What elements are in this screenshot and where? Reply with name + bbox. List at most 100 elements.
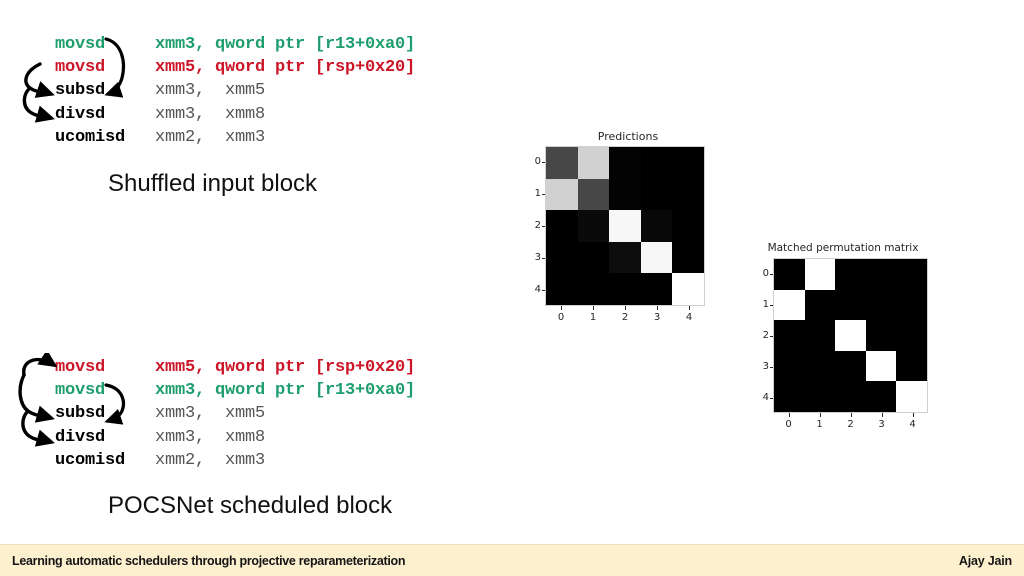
instruction-mnemonic: divsd [55,427,106,447]
x-axis-tick-mark [689,306,690,310]
heatmap-cell [804,289,836,321]
heatmap-cell [577,241,610,274]
heatmap-cell [672,147,704,179]
y-axis-tick-mark [541,162,545,163]
heatmap-cell [609,178,641,211]
x-axis-tick-mark [819,413,821,417]
instruction-mnemonic: ucomisd [55,127,126,147]
y-axis-tick-label: 1 [762,298,769,310]
instruction-mnemonic: divsd [55,104,106,124]
code-line: movsd xmm3, qword ptr [r13+0xa0] [55,33,415,56]
figure-permutation-heatmap: Matched permutation matrix 0 1 2 3 4 0 1 2 3 4 [748,242,938,437]
heatmap-cell [896,320,927,351]
heatmap-cell [640,241,673,274]
caption-shuffled-input-block: Shuffled input block [108,170,318,197]
footer-author-name: Ajay Jain [958,553,1012,568]
heatmap-cell [640,147,673,179]
code-line: movsd xmm3, qword ptr [r13+0xa0] [55,379,415,402]
y-axis-tick-mark [541,258,545,259]
x-axis-tick-label: 2 [621,312,629,323]
code-line: subsd xmm3, xmm5 [55,402,415,425]
x-axis-tick-label: 1 [589,312,597,323]
x-axis-tick-mark [593,306,594,310]
instruction-operands: xmm3, qword ptr [r13+0xa0] [155,381,416,401]
heatmap-cell [774,259,805,290]
x-axis-tick-mark [561,306,562,310]
heatmap-cell [804,259,836,290]
heatmap-cell [609,147,641,179]
heatmap-cell [577,273,610,305]
figure-predictions-heatmap: Predictions 0 1 2 3 4 0 1 2 3 4 [528,130,728,330]
heatmap-cell [640,178,673,211]
instruction-mnemonic: movsd [55,358,106,377]
heatmap-cell [865,259,897,290]
instruction-operands: xmm2, xmm3 [155,450,266,470]
heatmap-cell [672,178,704,211]
heatmap-cell [865,350,897,382]
y-axis-tick-label: 4 [762,391,769,403]
heatmap-cell [835,320,866,351]
instruction-operands: xmm3, xmm8 [155,427,266,447]
heatmap-cell [672,210,704,242]
code-block-shuffled-input: movsd xmm3, qword ptr [r13+0xa0] movsd xmm5… [55,33,415,149]
heatmap-cell [640,210,673,242]
y-axis-tick-mark [541,290,545,291]
y-axis-tick-mark [769,273,773,275]
heatmap-cell [804,350,836,382]
instruction-mnemonic: subsd [55,404,106,424]
heatmap-cell [835,259,866,290]
x-axis-tick-mark [788,413,790,417]
heatmap-cell [865,320,897,351]
heatmap-cells-permutation [773,258,928,413]
instruction-mnemonic: ucomisd [55,450,126,470]
y-axis-tick-mark [541,226,545,227]
heatmap-cell [577,147,610,179]
y-axis-tick-label: 4 [534,284,541,295]
code-line: movsd xmm5, qword ptr [rsp+0x20] [55,56,415,79]
heatmap-cell [672,273,704,305]
heatmap-cell [865,289,897,321]
instruction-operands: xmm3, xmm5 [155,81,266,101]
x-axis-tick-label: 4 [909,419,916,430]
heatmap-cell [896,381,927,412]
heatmap-grid-predictions [545,146,705,306]
code-line: subsd xmm3, xmm5 [55,79,415,102]
heatmap-cell [774,350,805,382]
y-axis-tick-mark [769,397,773,399]
instruction-operands: xmm3, qword ptr [r13+0xa0] [155,35,416,54]
instruction-operands: xmm3, xmm5 [155,404,266,424]
x-axis-tick-label: 4 [685,312,693,323]
code-line: divsd xmm3, xmm8 [55,103,415,126]
code-line: ucomisd xmm2, xmm3 [55,126,415,149]
x-axis-tick-mark [912,413,914,417]
heatmap-cell [835,350,866,382]
y-axis-tick-mark [769,335,773,337]
heatmap-cell [804,320,836,351]
y-axis-tick-label: 0 [534,156,541,167]
heatmap-cell [774,381,805,412]
code-line: divsd xmm3, xmm8 [55,426,415,449]
footer-bar: Learning automatic schedulers through pr… [0,544,1024,576]
heatmap-cell [577,178,610,211]
heatmap-cell [896,350,927,382]
code-line: movsd xmm5, qword ptr [rsp+0x20] [55,356,415,379]
x-axis-tick-mark [625,306,626,310]
x-axis-tick-mark [657,306,658,310]
code-line: ucomisd xmm2, xmm3 [55,449,415,472]
footer-presentation-title: Learning automatic schedulers through pr… [12,553,406,568]
y-axis-tick-mark [769,366,773,368]
heatmap-cell [774,320,805,351]
instruction-mnemonic: movsd [55,35,106,54]
heatmap-cell [546,273,578,305]
heatmap-cell [672,241,704,274]
y-axis-tick-label: 3 [534,252,541,263]
caption-pocsnet-scheduled-block: POCSNet scheduled block [108,492,393,519]
instruction-mnemonic: movsd [55,381,106,401]
heatmap-cell [835,289,866,321]
heatmap-cell [546,147,578,179]
heatmap-cell [865,381,897,412]
x-axis-tick-label: 0 [785,419,792,430]
heatmap-cell [546,210,578,242]
y-axis-tick-label: 2 [534,220,541,231]
instruction-mnemonic: subsd [55,81,106,101]
